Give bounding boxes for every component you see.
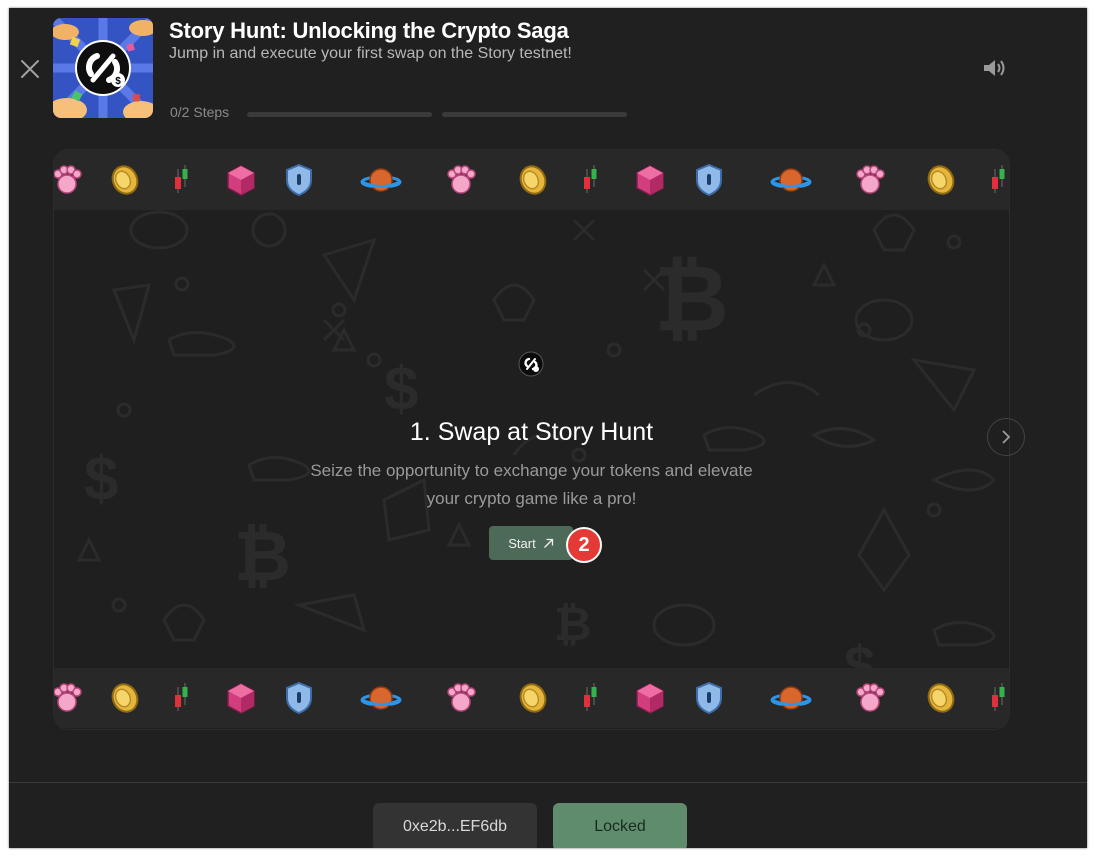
story-hunt-logo-icon: [518, 351, 544, 377]
planet-icon: [358, 161, 404, 199]
paw-icon: [442, 161, 480, 199]
candlestick-icon: [163, 161, 201, 199]
locked-button[interactable]: Locked: [553, 803, 687, 848]
paw-icon: [54, 161, 86, 199]
svg-text:$: $: [384, 355, 418, 424]
candlestick-icon: [572, 161, 610, 199]
coin-icon: [922, 161, 960, 199]
arrow-up-right-icon: [543, 538, 553, 548]
progress-step-2: [442, 112, 627, 117]
gem-icon: [631, 679, 669, 717]
gem-icon: [222, 679, 260, 717]
footer-divider: [9, 782, 1087, 783]
paw-icon: [442, 679, 480, 717]
candlestick-icon: [980, 161, 1009, 199]
shield-icon: [690, 161, 728, 199]
quest-title: Story Hunt: Unlocking the Crypto Saga: [169, 18, 569, 43]
svg-text:₿: ₿: [654, 248, 729, 350]
coin-icon: [514, 161, 552, 199]
next-step-button[interactable]: [987, 418, 1025, 456]
step-title: 1. Swap at Story Hunt: [409, 418, 654, 446]
step-description: Seize the opportunity to exchange your t…: [310, 461, 753, 508]
sound-button[interactable]: [981, 57, 1007, 79]
coin-icon: [106, 679, 144, 717]
candlestick-icon: [572, 679, 610, 717]
candlestick-icon: [163, 679, 201, 717]
planet-icon: [358, 679, 404, 717]
quest-subtitle: Jump in and execute your first swap on t…: [169, 45, 572, 62]
shield-icon: [280, 679, 318, 717]
svg-text:$: $: [844, 634, 875, 668]
quest-logo: $: [53, 18, 153, 118]
close-button[interactable]: [19, 58, 41, 80]
paw-icon: [54, 679, 86, 717]
paw-icon: [851, 679, 889, 717]
svg-text:$: $: [84, 445, 118, 514]
emoji-band-bottom: [54, 668, 1009, 728]
shield-icon: [280, 161, 318, 199]
steps-counter: 0/2 Steps: [170, 104, 230, 120]
planet-icon: [768, 161, 814, 199]
paw-icon: [851, 161, 889, 199]
svg-text:$: $: [115, 76, 121, 87]
coin-icon: [106, 161, 144, 199]
coin-icon: [922, 679, 960, 717]
svg-text:₿: ₿: [554, 598, 592, 650]
wallet-address-button[interactable]: 0xe2b...EF6db: [373, 803, 537, 848]
emoji-band-top: [54, 150, 1009, 210]
planet-icon: [768, 679, 814, 717]
close-icon: [21, 60, 39, 78]
shield-icon: [690, 679, 728, 717]
start-button-label: Start: [508, 535, 536, 551]
quest-modal: $ Story Hunt: Unlocking the Crypto Saga …: [9, 8, 1087, 848]
gem-icon: [631, 161, 669, 199]
candlestick-icon: [980, 679, 1009, 717]
chevron-right-icon: [1002, 430, 1011, 444]
progress-step-1: [247, 112, 432, 117]
svg-text:₿: ₿: [234, 517, 291, 595]
speaker-icon: [984, 60, 1005, 76]
gem-icon: [222, 161, 260, 199]
step-number-badge: 2: [566, 527, 602, 563]
quest-step-card: ₿ ₿ ₿ $ $ $ 1. Swap at Story Hunt Seize …: [53, 149, 1010, 730]
start-button[interactable]: Start: [489, 526, 573, 560]
coin-icon: [514, 679, 552, 717]
